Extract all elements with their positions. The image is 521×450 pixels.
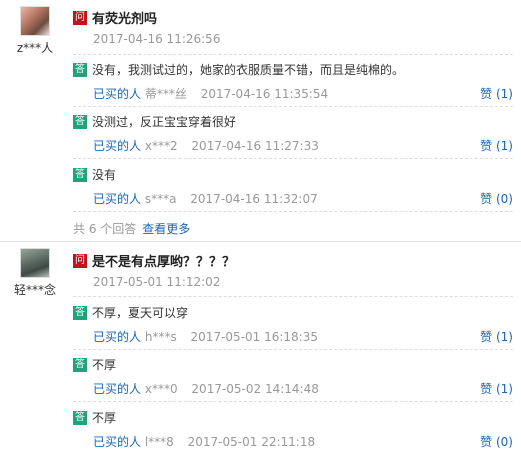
answer-row: 答没有: [73, 166, 513, 183]
avatar: [20, 248, 50, 278]
buyer-label: 已买的人: [93, 435, 142, 449]
answer-badge-icon: 答: [73, 357, 87, 372]
like-button[interactable]: 赞 (1): [480, 137, 513, 154]
question-2: 问是不是有点厚哟？？？？: [73, 251, 521, 270]
answer-text: 不厚: [92, 411, 117, 425]
buyer-label: 已买的人: [93, 382, 142, 396]
answer-meta: 已买的人 s***a 2017-04-16 11:32:07: [93, 190, 513, 207]
answer-badge-icon: 答: [73, 114, 87, 129]
divider: [73, 106, 513, 107]
divider: [73, 296, 513, 297]
answer-row: 答不厚: [73, 409, 513, 426]
answers-count-text: 共 6 个回答: [73, 222, 137, 236]
buyer-label: 已买的人: [93, 139, 142, 153]
asker-username: 轻***念: [13, 283, 56, 297]
divider: [73, 158, 513, 159]
like-button[interactable]: 赞 (1): [480, 328, 513, 345]
answer-time: 2017-05-02 14:14:48: [191, 382, 319, 396]
divider: [73, 211, 513, 212]
answer-meta: 已买的人 l***8 2017-05-01 22:11:18: [93, 433, 513, 450]
answer-row: 答不厚，夏天可以穿: [73, 304, 513, 321]
answer-badge-icon: 答: [73, 410, 87, 425]
answer-badge-icon: 答: [73, 305, 87, 320]
answers-count: 共 6 个回答 查看更多: [73, 220, 190, 237]
question-badge-icon: 问: [73, 253, 87, 268]
answer-text: 没测过，反正宝宝穿着很好: [92, 115, 237, 129]
buyer-label: 已买的人: [93, 87, 142, 101]
answer-time: 2017-04-16 11:35:54: [200, 87, 329, 101]
answer-meta: 已买的人 蒂***丝 2017-04-16 11:35:54: [93, 85, 513, 102]
like-button[interactable]: 赞 (1): [480, 85, 513, 102]
question-time: 2017-05-01 11:12:02: [93, 275, 221, 289]
buyer-label: 已买的人: [93, 192, 142, 206]
answer-row: 答不厚: [73, 356, 513, 373]
question-title[interactable]: 是不是有点厚哟？？？？: [92, 255, 235, 270]
asker-1: z***人: [0, 6, 70, 56]
answer-time: 2017-05-01 16:18:35: [190, 330, 318, 344]
answerer-name: 蒂***丝: [144, 87, 187, 101]
buyer-label: 已买的人: [93, 330, 142, 344]
answer-badge-icon: 答: [73, 62, 87, 77]
divider: [73, 401, 513, 402]
like-button[interactable]: 赞 (0): [480, 433, 513, 450]
question-title[interactable]: 有荧光剂吗: [92, 12, 157, 27]
answer-badge-icon: 答: [73, 167, 87, 182]
answerer-name: x***0: [144, 382, 178, 396]
answer-text: 没有，我测试过的，她家的衣服质量不错，而且是纯棉的。: [92, 63, 405, 77]
question-time: 2017-04-16 11:26:56: [93, 32, 221, 46]
answerer-name: l***8: [144, 435, 174, 449]
answerer-name: x***2: [144, 139, 178, 153]
answer-text: 不厚，夏天可以穿: [92, 306, 189, 320]
answer-time: 2017-04-16 11:27:33: [191, 139, 319, 153]
answer-time: 2017-05-01 22:11:18: [187, 435, 316, 449]
avatar: [20, 6, 50, 36]
answer-row: 答没测过，反正宝宝穿着很好: [73, 113, 513, 130]
answer-text: 不厚: [92, 358, 117, 372]
asker-2: 轻***念: [0, 248, 70, 298]
answer-text: 没有: [92, 168, 117, 182]
like-button[interactable]: 赞 (0): [480, 190, 513, 207]
view-more-link[interactable]: 查看更多: [142, 222, 190, 236]
question-separator: [0, 241, 521, 242]
divider: [73, 54, 513, 55]
answer-time: 2017-04-16 11:32:07: [190, 192, 318, 206]
answer-meta: 已买的人 x***0 2017-05-02 14:14:48: [93, 380, 513, 397]
answerer-name: h***s: [144, 330, 177, 344]
asker-username: z***人: [16, 41, 54, 55]
like-button[interactable]: 赞 (1): [480, 380, 513, 397]
question-badge-icon: 问: [73, 10, 87, 25]
answer-meta: 已买的人 h***s 2017-05-01 16:18:35: [93, 328, 513, 345]
answerer-name: s***a: [144, 192, 177, 206]
divider: [73, 349, 513, 350]
question-1: 问有荧光剂吗: [73, 8, 521, 27]
answer-meta: 已买的人 x***2 2017-04-16 11:27:33: [93, 137, 513, 154]
answer-row: 答没有，我测试过的，她家的衣服质量不错，而且是纯棉的。: [73, 61, 513, 78]
